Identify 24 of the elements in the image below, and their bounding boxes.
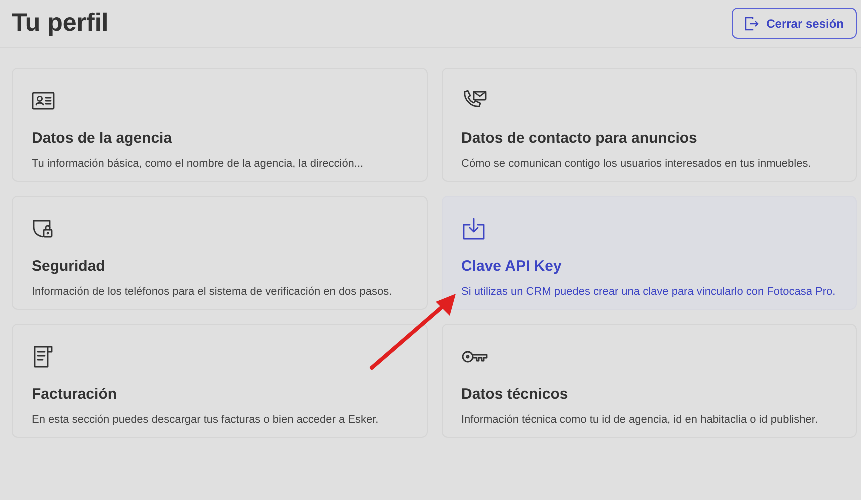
settings-card[interactable]: Clave API Key Si utilizas un CRM puedes crear una clave para vincularlo con Fotocasa Pro. xyxy=(442,196,857,310)
page-title: Tu perfil xyxy=(12,8,109,39)
card-description: Información de los teléfonos para el sistema de verificación en dos pasos. xyxy=(32,284,392,300)
card-title: Datos de contacto para anuncios xyxy=(462,129,698,149)
card-title: Datos de la agencia xyxy=(32,129,172,149)
id-card-icon xyxy=(32,91,56,111)
card-title: Seguridad xyxy=(32,257,106,277)
card-description: Cómo se comunican contigo los usuarios interesados en tus inmuebles. xyxy=(462,156,812,172)
card-title: Datos técnicos xyxy=(462,385,568,405)
settings-card[interactable]: Datos de contacto para anuncios Cómo se comunican contigo los usuarios interesados en tus inmuebles. xyxy=(442,68,857,182)
card-title: Facturación xyxy=(32,385,118,405)
logout-button[interactable]: Cerrar sesión xyxy=(732,8,857,39)
settings-card[interactable]: Datos de la agencia Tu información básica, como el nombre de la agencia, la dirección... xyxy=(12,68,428,182)
card-description: Si utilizas un CRM puedes crear una clave para vincularlo con Fotocasa Pro. xyxy=(462,284,836,300)
card-description: Información técnica como tu id de agencia, id en habitaclia o id publisher. xyxy=(462,412,818,428)
card-title: Clave API Key xyxy=(462,257,562,277)
settings-card[interactable]: Datos técnicos Información técnica como tu id de agencia, id en habitaclia o id publisher. xyxy=(442,324,857,438)
settings-card[interactable]: Seguridad Información de los teléfonos para el sistema de verificación en dos pasos. xyxy=(12,196,428,310)
download-icon xyxy=(462,217,486,241)
logout-icon xyxy=(744,16,759,30)
key-icon xyxy=(462,349,488,365)
card-description: En esta sección puedes descargar tus facturas o bien acceder a Esker. xyxy=(32,412,379,428)
settings-card[interactable]: Facturación En esta sección puedes descargar tus facturas o bien acceder a Esker. xyxy=(12,324,428,438)
card-description: Tu información básica, como el nombre de la agencia, la dirección... xyxy=(32,156,364,172)
